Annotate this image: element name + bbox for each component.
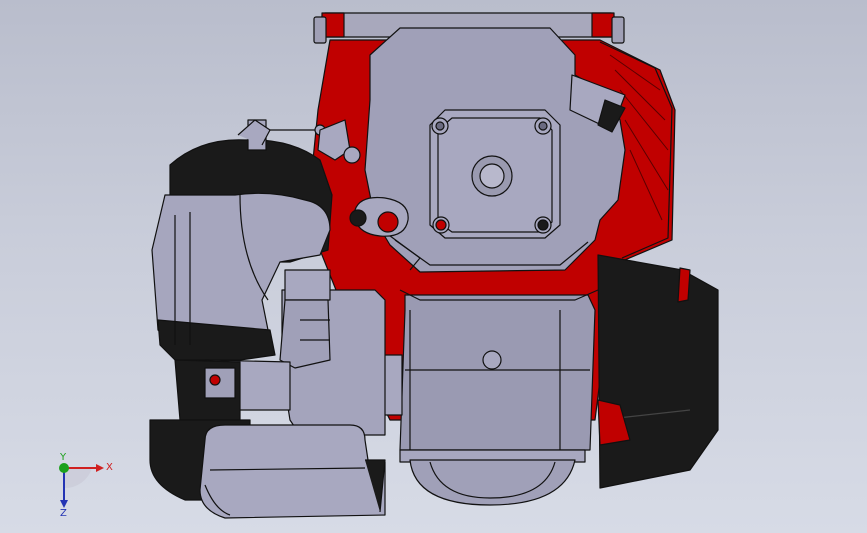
muffler (149, 419, 386, 519)
cad-viewport[interactable]: X Y Z (0, 0, 867, 533)
y-axis-label: Y (59, 452, 67, 463)
engine-3d-model[interactable] (0, 0, 867, 533)
x-axis-arrow (96, 464, 104, 472)
fuel-tank (597, 254, 719, 489)
x-axis-label: X (106, 462, 113, 473)
crank-case (381, 289, 599, 506)
z-axis-arrow (60, 500, 68, 508)
z-axis-label: Z (60, 508, 67, 518)
coordinate-triad: X Y Z (59, 452, 113, 518)
y-axis-dot (59, 463, 69, 473)
